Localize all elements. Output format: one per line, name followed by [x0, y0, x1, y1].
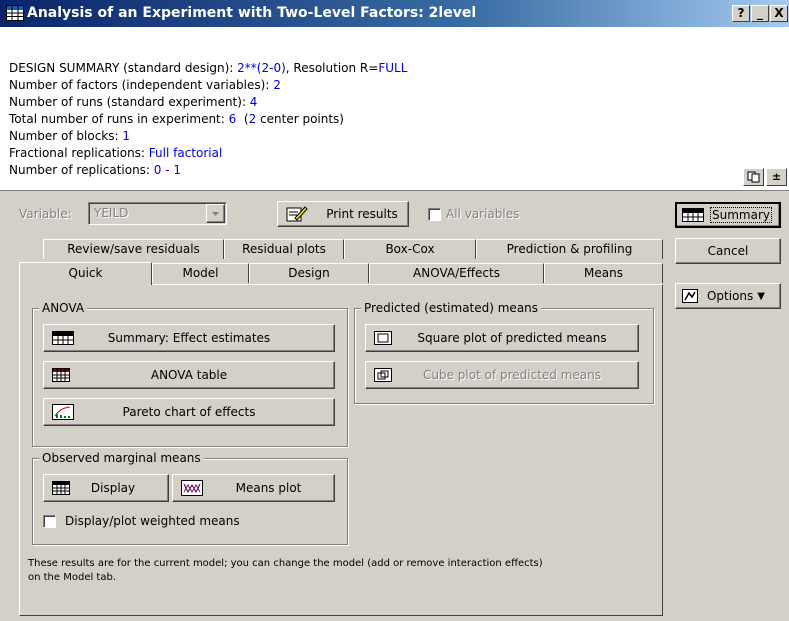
table-icon	[52, 368, 70, 382]
close-button[interactable]: X	[770, 5, 788, 22]
summary-button[interactable]: Summary	[675, 202, 781, 228]
means-plot-icon	[181, 480, 203, 496]
all-variables-label: All variables	[446, 207, 520, 221]
print-results-label: Print results	[326, 207, 398, 221]
tab-design[interactable]: Design	[249, 263, 369, 283]
summary-line-design: DESIGN SUMMARY (standard design): 2**(2-…	[9, 61, 408, 75]
tab-anova-effects[interactable]: ANOVA/Effects	[369, 263, 544, 283]
cancel-button[interactable]: Cancel	[675, 238, 781, 264]
help-button[interactable]: ?	[732, 5, 750, 22]
copy-icon	[747, 171, 759, 183]
observed-means-group-legend: Observed marginal means	[39, 451, 204, 465]
anova-table-label: ANOVA table	[150, 368, 228, 382]
window-title: Analysis of an Experiment with Two-Level…	[27, 5, 477, 21]
summary-button-label: Summary	[710, 207, 772, 223]
tab-quick[interactable]: Quick	[19, 262, 152, 285]
summary-line-replications: Number of replications: 0 - 1	[9, 163, 182, 177]
summary-line-runs: Number of runs (standard experiment): 4	[9, 95, 258, 109]
options-label: Options	[706, 289, 754, 303]
model-note-line-2: on the Model tab.	[28, 572, 117, 583]
title-bar[interactable]: Analysis of an Experiment with Two-Level…	[0, 0, 789, 27]
summary-line-total-runs: Total number of runs in experiment: 6 (2…	[9, 112, 344, 126]
table-icon	[52, 481, 70, 495]
tab-means[interactable]: Means	[544, 263, 663, 283]
quick-tab-panel: ANOVA Summary: Effect estimates ANOVA ta…	[19, 284, 663, 616]
chevron-down-icon	[212, 212, 219, 216]
model-note: These results are for the current model;…	[28, 557, 543, 585]
anova-group-legend: ANOVA	[39, 301, 88, 315]
model-note-line-1: These results are for the current model;…	[28, 558, 543, 569]
all-variables-checkbox[interactable]	[428, 208, 441, 221]
summary-table-icon	[682, 208, 704, 222]
pareto-chart-icon	[52, 404, 74, 420]
app-grid-icon	[6, 5, 24, 21]
summary-line-blocks: Number of blocks: 1	[9, 129, 130, 143]
analysis-window: Analysis of an Experiment with Two-Level…	[0, 0, 789, 621]
caret-down-icon: ▼	[757, 290, 765, 302]
pareto-chart-label: Pareto chart of effects	[122, 405, 256, 419]
options-button[interactable]: Options ▼	[675, 283, 781, 309]
square-plot-label: Square plot of predicted means	[417, 331, 607, 345]
print-pencil-icon	[286, 206, 308, 222]
anova-table-button[interactable]: ANOVA table	[43, 361, 335, 389]
summary-line-fractional: Fractional replications: Full factorial	[9, 146, 223, 160]
square-plot-icon	[374, 331, 392, 345]
tab-review-save-residuals[interactable]: Review/save residuals	[43, 239, 224, 259]
cube-plot-icon	[374, 368, 392, 382]
expand-button[interactable]: ±	[766, 168, 787, 186]
predicted-means-group: Predicted (estimated) means	[354, 301, 654, 404]
summary-line-factors: Number of factors (independent variables…	[9, 78, 281, 92]
variable-dropdown-button[interactable]	[206, 204, 225, 223]
design-summary-panel: DESIGN SUMMARY (standard design): 2**(2-…	[0, 27, 789, 191]
means-plot-button[interactable]: Means plot	[172, 474, 335, 502]
weighted-means-checkbox[interactable]	[43, 515, 56, 528]
summary-table-icon	[52, 331, 74, 345]
variable-value: YEILD	[94, 206, 129, 220]
predicted-means-group-legend: Predicted (estimated) means	[361, 301, 542, 315]
summary-effect-estimates-label: Summary: Effect estimates	[107, 331, 271, 345]
tab-box-cox[interactable]: Box-Cox	[344, 239, 476, 259]
minimize-button[interactable]: _	[751, 5, 769, 22]
print-results-button[interactable]: Print results	[277, 201, 409, 227]
means-plot-label: Means plot	[235, 481, 302, 495]
variable-label: Variable:	[19, 207, 72, 221]
weighted-means-label: Display/plot weighted means	[65, 514, 240, 528]
tab-model[interactable]: Model	[152, 263, 249, 283]
tab-residual-plots[interactable]: Residual plots	[224, 239, 344, 259]
square-plot-button[interactable]: Square plot of predicted means	[365, 324, 639, 352]
tab-prediction-profiling[interactable]: Prediction & profiling	[476, 239, 663, 259]
display-label: Display	[90, 481, 136, 495]
cube-plot-label: Cube plot of predicted means	[422, 368, 601, 382]
pareto-chart-button[interactable]: Pareto chart of effects	[43, 398, 335, 426]
copy-button[interactable]	[743, 168, 764, 186]
summary-effect-estimates-button[interactable]: Summary: Effect estimates	[43, 324, 335, 352]
display-button[interactable]: Display	[43, 474, 169, 502]
options-icon	[682, 289, 698, 303]
cube-plot-button[interactable]: Cube plot of predicted means	[365, 361, 639, 389]
variable-select[interactable]: YEILD	[88, 202, 227, 225]
